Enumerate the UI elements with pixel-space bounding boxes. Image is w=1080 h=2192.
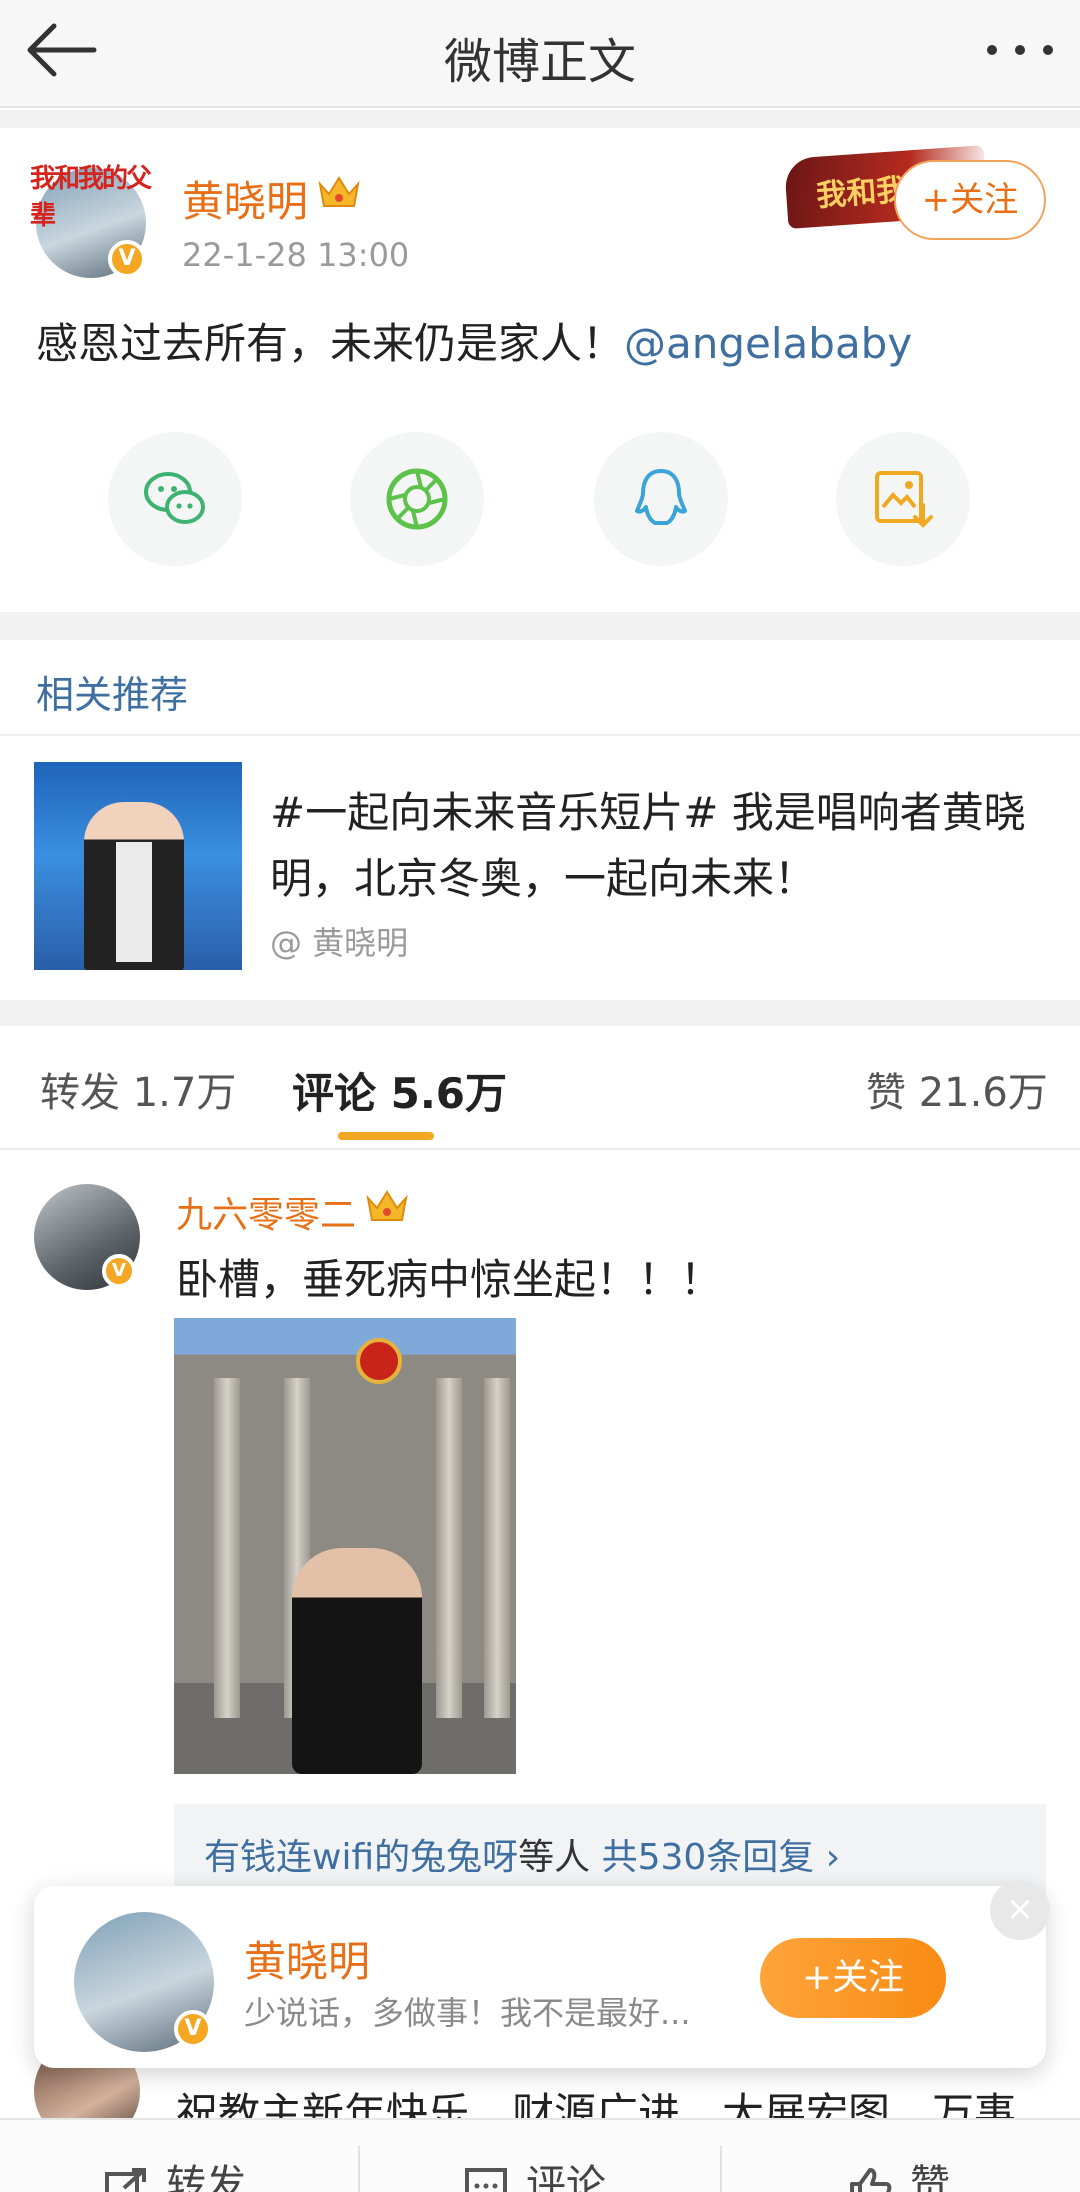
verified-badge-icon: V bbox=[174, 2010, 212, 2048]
share-wechat-button[interactable] bbox=[108, 432, 242, 566]
related-section-title: 相关推荐 bbox=[36, 673, 189, 717]
like-thumb-icon bbox=[848, 2166, 892, 2192]
share-moments-button[interactable] bbox=[350, 432, 484, 566]
comment-image[interactable] bbox=[174, 1318, 516, 1774]
pillar bbox=[484, 1378, 510, 1718]
post-text: 感恩过去所有，未来仍是家人！ bbox=[36, 319, 625, 368]
replies-count: 共530条回复 › bbox=[601, 1837, 841, 1878]
verified-badge-icon: V bbox=[108, 240, 146, 278]
qq-icon bbox=[635, 469, 687, 525]
wechat-icon bbox=[144, 472, 205, 524]
divider bbox=[720, 2146, 722, 2192]
tab-like[interactable]: 赞 21.6万 bbox=[866, 1060, 1048, 1118]
more-dots-icon bbox=[987, 45, 1053, 55]
author-name[interactable]: 黄晓明 bbox=[182, 168, 308, 229]
replies-summary[interactable]: 有钱连wifi的兔兔呀等人 共530条回复 › bbox=[204, 1828, 840, 1880]
thumbnail-shirt bbox=[116, 842, 152, 962]
verified-badge-icon: V bbox=[102, 1254, 136, 1288]
tab-repost[interactable]: 转发 1.7万 bbox=[40, 1060, 236, 1118]
photo-person bbox=[292, 1548, 422, 1774]
more-button[interactable] bbox=[980, 30, 1060, 70]
moments-icon bbox=[386, 468, 448, 530]
divider bbox=[0, 734, 1080, 736]
mention-link[interactable]: @angelababy bbox=[624, 319, 912, 368]
active-tab-indicator bbox=[338, 1132, 434, 1140]
replies-connector: 等人 bbox=[518, 1837, 591, 1878]
replies-user: 有钱连wifi的兔兔呀 bbox=[204, 1837, 519, 1878]
comment-icon bbox=[464, 2166, 508, 2192]
avatar-banner-text: 我和我的父辈 bbox=[30, 164, 152, 231]
share-qq-button[interactable] bbox=[594, 432, 728, 566]
related-post-text[interactable]: #一起向未来音乐短片# 我是唱响者黄晓明，北京冬奥，一起向未来！ bbox=[270, 780, 1050, 912]
page-title: 微博正文 bbox=[443, 34, 636, 90]
comment-text: 卧槽，垂死病中惊坐起！！！ bbox=[176, 1255, 723, 1304]
comment-button[interactable]: 评论 bbox=[526, 2152, 606, 2192]
pillar bbox=[436, 1378, 462, 1718]
save-image-button[interactable] bbox=[836, 432, 970, 566]
popup-description: 少说话，多做事！我不是最好... bbox=[244, 1994, 691, 2032]
popup-close-button[interactable]: × bbox=[990, 1880, 1050, 1940]
repost-button[interactable]: 转发 bbox=[166, 2152, 246, 2192]
commenter-name[interactable]: 九六零零二 bbox=[176, 1186, 356, 1238]
divider bbox=[358, 2146, 360, 2192]
crown-vip-icon bbox=[364, 1186, 410, 1226]
post-timestamp: 22-1-28 13:00 bbox=[182, 236, 410, 274]
like-button[interactable]: 赞 bbox=[910, 2152, 950, 2192]
popup-follow-button[interactable]: +关注 bbox=[760, 1938, 946, 2018]
tab-comment[interactable]: 评论 5.6万 bbox=[292, 1060, 507, 1121]
section-gap bbox=[0, 1000, 1080, 1026]
section-gap bbox=[0, 612, 1080, 640]
save-image-icon bbox=[875, 471, 933, 528]
emblem bbox=[356, 1338, 402, 1384]
related-post-author: @ 黄晓明 bbox=[270, 924, 409, 962]
post-body: 感恩过去所有，未来仍是家人！@angelababy bbox=[36, 310, 912, 371]
crown-vip-icon bbox=[316, 172, 362, 212]
section-gap bbox=[0, 110, 1080, 128]
divider bbox=[0, 1148, 1080, 1150]
popup-name[interactable]: 黄晓明 bbox=[244, 1928, 370, 1989]
repost-icon bbox=[104, 2166, 148, 2192]
related-thumbnail[interactable] bbox=[34, 762, 242, 970]
follow-button[interactable]: +关注 bbox=[894, 160, 1046, 240]
pillar bbox=[214, 1378, 240, 1718]
